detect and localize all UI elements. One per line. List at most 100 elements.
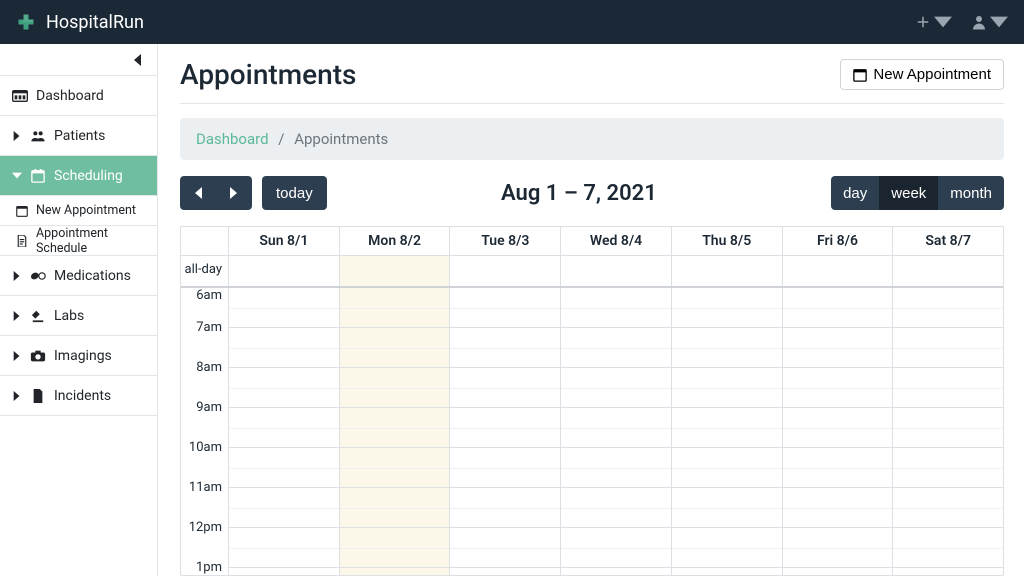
view-day-button[interactable]: day — [831, 176, 879, 210]
time-slot[interactable] — [450, 408, 561, 448]
new-appointment-button[interactable]: New Appointment — [840, 59, 1004, 90]
chevron-down-icon — [12, 171, 22, 181]
time-slot[interactable] — [561, 368, 672, 408]
allday-cell[interactable] — [450, 256, 561, 286]
sidebar-item-imagings[interactable]: Imagings — [0, 336, 157, 376]
time-slot[interactable] — [450, 328, 561, 368]
time-slot[interactable] — [672, 288, 783, 328]
time-slot[interactable] — [561, 528, 672, 568]
calendar-toolbar: today Aug 1 – 7, 2021 day week month — [180, 176, 1004, 210]
time-slot[interactable] — [340, 288, 451, 328]
allday-cell[interactable] — [561, 256, 672, 286]
allday-cell[interactable] — [893, 256, 1003, 286]
view-month-button[interactable]: month — [938, 176, 1004, 210]
allday-cell[interactable] — [672, 256, 783, 286]
time-slot[interactable] — [450, 288, 561, 328]
hour-label: 1pm — [181, 568, 229, 575]
time-slot[interactable] — [672, 488, 783, 528]
sidebar-item-labs[interactable]: Labs — [0, 296, 157, 336]
time-slot[interactable] — [893, 528, 1003, 568]
time-slot[interactable] — [783, 568, 894, 575]
time-slot[interactable] — [229, 368, 340, 408]
document-icon — [16, 235, 28, 247]
time-slot[interactable] — [450, 568, 561, 575]
sidebar-item-medications[interactable]: Medications — [0, 256, 157, 296]
allday-cell[interactable] — [783, 256, 894, 286]
time-slot[interactable] — [561, 568, 672, 575]
sidebar-label: Dashboard — [36, 88, 104, 104]
sidebar-item-incidents[interactable]: Incidents — [0, 376, 157, 416]
time-slot[interactable] — [561, 288, 672, 328]
next-button[interactable] — [216, 176, 252, 210]
prev-button[interactable] — [180, 176, 216, 210]
time-slot[interactable] — [672, 568, 783, 575]
sidebar-subitem-appointment-schedule[interactable]: Appointment Schedule — [0, 226, 157, 256]
sidebar-subitem-new-appointment[interactable]: New Appointment — [0, 196, 157, 226]
document-icon — [30, 389, 46, 403]
time-slot[interactable] — [229, 288, 340, 328]
time-slot[interactable] — [450, 448, 561, 488]
chevron-right-icon — [12, 351, 22, 361]
time-slot[interactable] — [893, 568, 1003, 575]
sidebar-item-scheduling[interactable]: Scheduling — [0, 156, 157, 196]
allday-cell[interactable] — [229, 256, 340, 286]
sidebar-item-patients[interactable]: Patients — [0, 116, 157, 156]
time-slot[interactable] — [783, 528, 894, 568]
main-content: Appointments New Appointment Dashboard /… — [158, 44, 1024, 576]
time-slot[interactable] — [672, 528, 783, 568]
breadcrumb-root[interactable]: Dashboard — [196, 130, 269, 148]
calendar-icon — [30, 169, 46, 183]
time-slot[interactable] — [893, 408, 1003, 448]
day-header[interactable]: Sun 8/1 — [229, 227, 340, 255]
view-week-button[interactable]: week — [879, 176, 938, 210]
time-slot[interactable] — [783, 488, 894, 528]
add-menu[interactable] — [914, 13, 952, 31]
time-slot[interactable] — [672, 368, 783, 408]
time-slot[interactable] — [340, 568, 451, 575]
time-slot[interactable] — [893, 448, 1003, 488]
time-slot[interactable] — [229, 568, 340, 575]
time-slot[interactable] — [893, 368, 1003, 408]
time-slot[interactable] — [783, 408, 894, 448]
time-slot[interactable] — [893, 328, 1003, 368]
time-slot[interactable] — [450, 528, 561, 568]
time-slot[interactable] — [229, 448, 340, 488]
time-slot[interactable] — [340, 528, 451, 568]
sidebar-item-dashboard[interactable]: Dashboard — [0, 76, 157, 116]
time-slot[interactable] — [340, 448, 451, 488]
day-header[interactable]: Sat 8/7 — [893, 227, 1003, 255]
day-header[interactable]: Tue 8/3 — [450, 227, 561, 255]
time-slot[interactable] — [783, 368, 894, 408]
time-slot[interactable] — [672, 328, 783, 368]
time-slot[interactable] — [229, 408, 340, 448]
time-slot[interactable] — [672, 448, 783, 488]
time-slot[interactable] — [229, 328, 340, 368]
day-header[interactable]: Mon 8/2 — [340, 227, 451, 255]
time-slot[interactable] — [561, 488, 672, 528]
time-slot[interactable] — [229, 488, 340, 528]
time-slot[interactable] — [672, 408, 783, 448]
time-slot[interactable] — [893, 288, 1003, 328]
day-header[interactable]: Fri 8/6 — [783, 227, 894, 255]
calendar-icon — [16, 205, 28, 217]
time-slot[interactable] — [783, 448, 894, 488]
time-slot[interactable] — [561, 448, 672, 488]
time-slot[interactable] — [229, 528, 340, 568]
time-slot[interactable] — [340, 368, 451, 408]
user-menu[interactable] — [970, 13, 1008, 31]
day-header[interactable]: Thu 8/5 — [672, 227, 783, 255]
time-slot[interactable] — [340, 328, 451, 368]
time-slot[interactable] — [561, 408, 672, 448]
time-slot[interactable] — [340, 488, 451, 528]
time-slot[interactable] — [450, 488, 561, 528]
time-slot[interactable] — [783, 328, 894, 368]
time-slot[interactable] — [893, 488, 1003, 528]
time-slot[interactable] — [561, 328, 672, 368]
time-slot[interactable] — [783, 288, 894, 328]
time-slot[interactable] — [340, 408, 451, 448]
allday-cell[interactable] — [340, 256, 451, 286]
sidebar-collapse[interactable] — [0, 44, 157, 76]
day-header[interactable]: Wed 8/4 — [561, 227, 672, 255]
today-button[interactable]: today — [262, 176, 327, 210]
time-slot[interactable] — [450, 368, 561, 408]
